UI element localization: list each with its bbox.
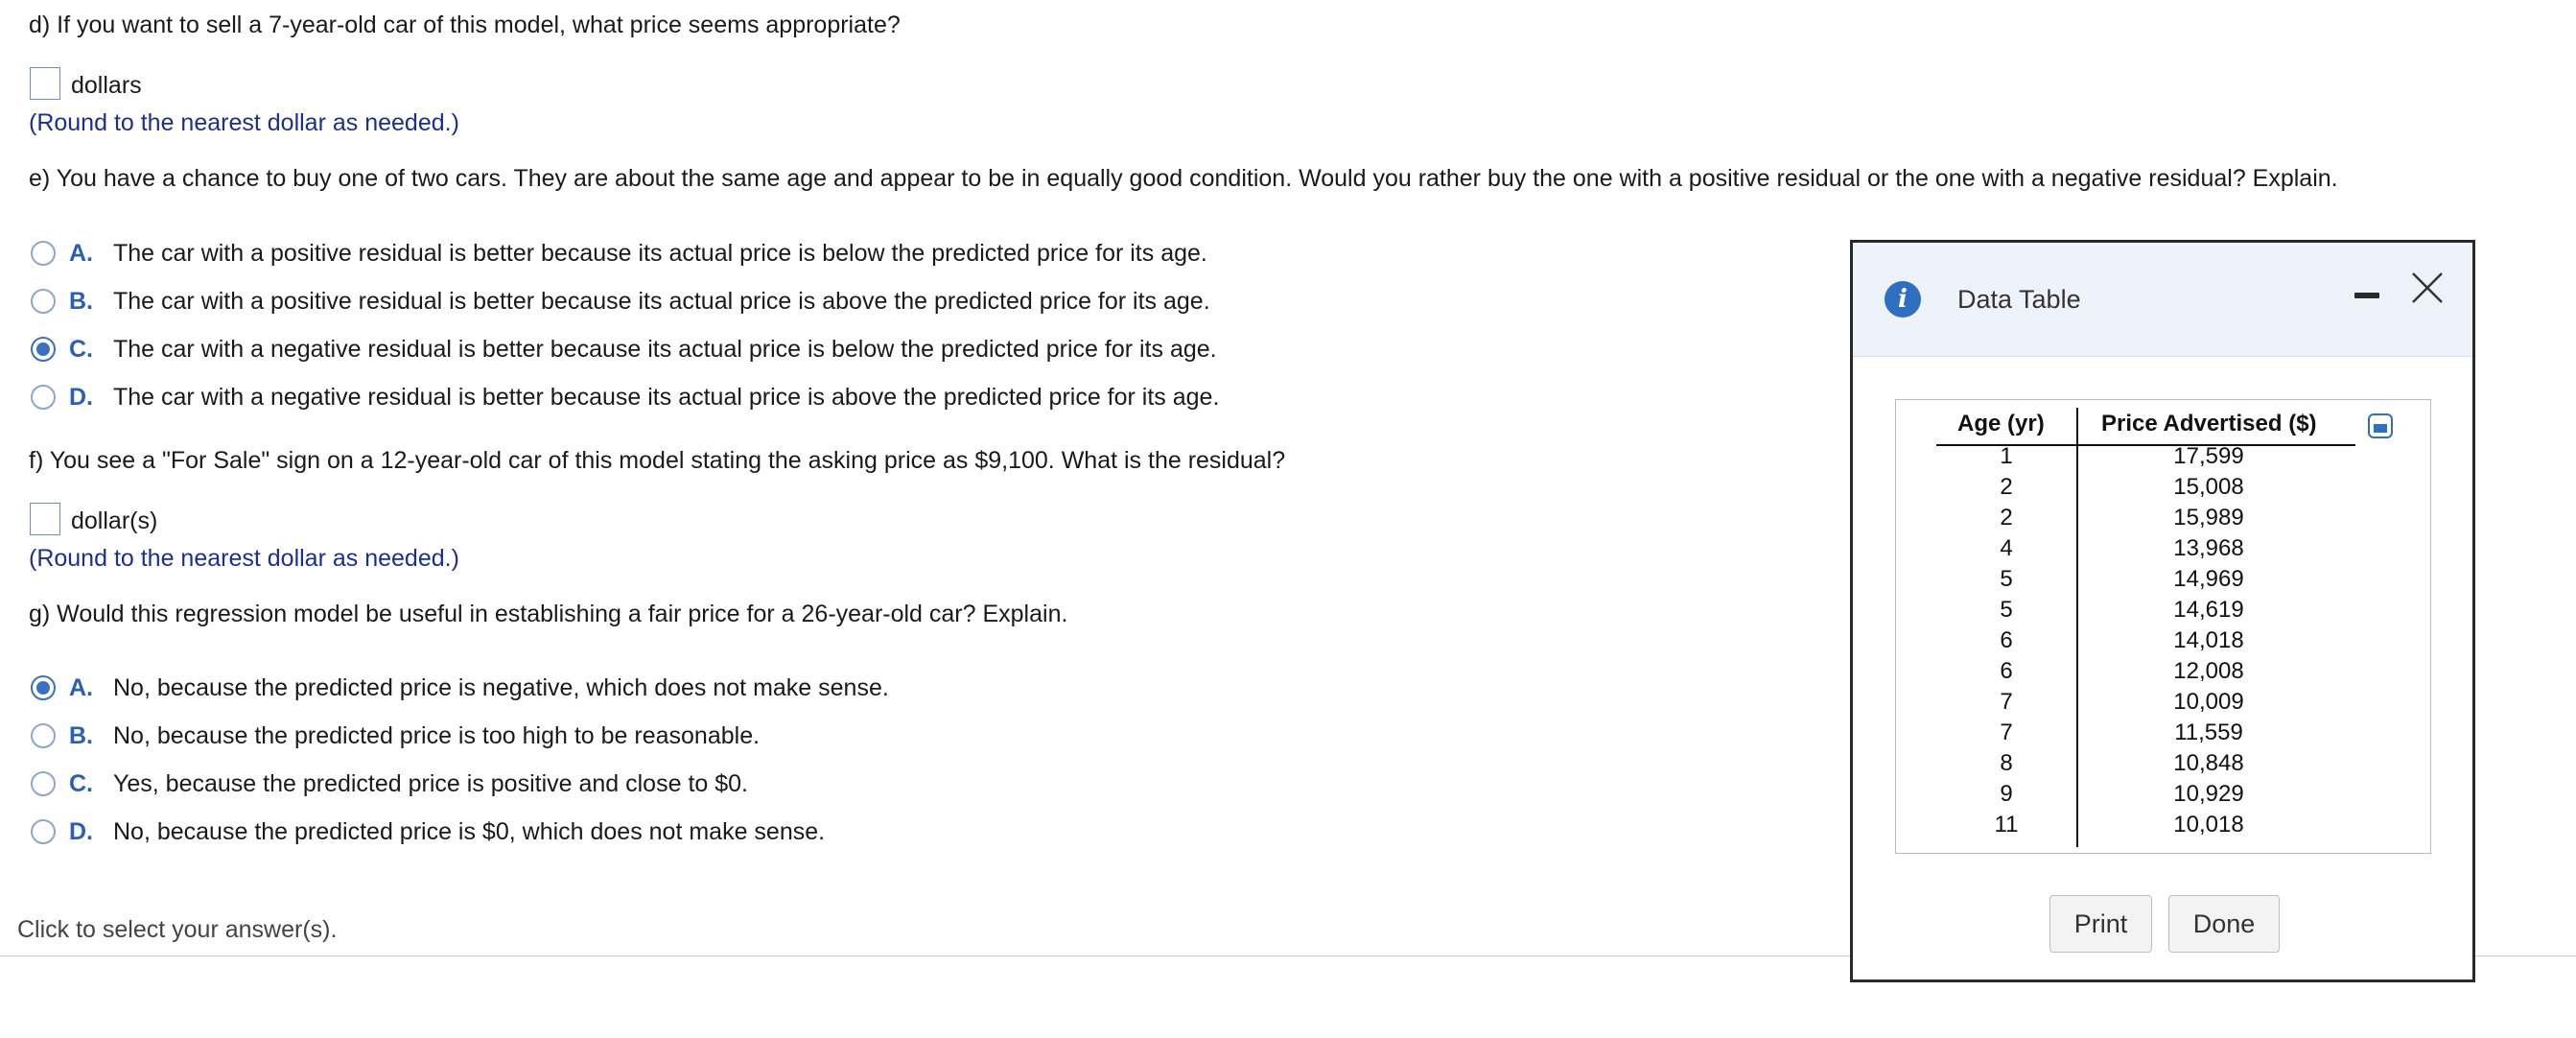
minimize-icon[interactable] <box>2354 293 2379 298</box>
radio-button[interactable] <box>31 723 56 748</box>
option-text: The car with a negative residual is bett… <box>113 383 1220 411</box>
radio-dot <box>36 342 50 356</box>
cell-age: 9 <box>2000 781 2013 807</box>
cell-age: 6 <box>2000 627 2013 653</box>
cell-price: 14,018 <box>2173 627 2244 653</box>
question-g-option[interactable]: B. No, because the predicted price is too… <box>31 720 760 752</box>
question-e-option[interactable]: A. The car with a positive residual is be… <box>31 237 1207 270</box>
cell-price: 10,009 <box>2173 689 2244 715</box>
radio-button[interactable] <box>31 819 56 844</box>
option-text: The car with a negative residual is bett… <box>113 335 1217 363</box>
question-d-prompt: d) If you want to sell a 7-year-old car … <box>29 12 901 38</box>
cell-price: 14,619 <box>2173 597 2244 623</box>
option-letter: D. <box>69 817 93 845</box>
option-letter: B. <box>69 721 93 749</box>
question-e-option[interactable]: B. The car with a positive residual is be… <box>31 285 1210 318</box>
option-letter: C. <box>69 335 93 363</box>
cell-price: 14,969 <box>2173 566 2244 592</box>
copy-table-icon[interactable] <box>2368 413 2393 438</box>
column-header-age: Age (yr) <box>1957 411 2045 436</box>
cell-age: 7 <box>2000 689 2013 715</box>
cell-age: 2 <box>2000 505 2013 531</box>
option-letter: A. <box>69 673 93 701</box>
question-g-option[interactable]: C. Yes, because the predicted price is po… <box>31 767 748 800</box>
cell-price: 10,929 <box>2173 781 2244 807</box>
dialog-title: Data Table <box>1957 285 2081 314</box>
question-d-answer-input[interactable] <box>30 67 60 100</box>
radio-button[interactable] <box>31 675 56 700</box>
option-text: No, because the predicted price is negat… <box>113 673 889 701</box>
cell-age: 8 <box>2000 750 2013 776</box>
question-g-prompt: g) Would this regression model be useful… <box>29 601 1068 627</box>
cell-price: 15,989 <box>2173 505 2244 531</box>
dialog-header: i Data Table <box>1853 243 2472 357</box>
radio-button[interactable] <box>31 289 56 314</box>
option-text: The car with a positive residual is bett… <box>113 287 1210 315</box>
cell-price: 17,599 <box>2173 443 2244 469</box>
radio-button[interactable] <box>31 337 56 362</box>
cell-price: 15,008 <box>2173 474 2244 500</box>
cell-age: 6 <box>2000 658 2013 684</box>
option-text: Yes, because the predicted price is posi… <box>113 769 748 797</box>
cell-price: 10,848 <box>2173 750 2244 776</box>
question-g-option[interactable]: D. No, because the predicted price is $0,… <box>31 815 825 848</box>
question-f-unit: dollar(s) <box>71 507 158 534</box>
cell-age: 1 <box>2000 443 2013 469</box>
option-letter: D. <box>69 383 93 411</box>
footer-instruction: Click to select your answer(s). <box>17 916 338 943</box>
column-divider <box>2076 408 2078 847</box>
cell-age: 4 <box>2000 535 2013 561</box>
option-text: The car with a positive residual is bett… <box>113 239 1207 267</box>
option-text: No, because the predicted price is $0, w… <box>113 817 826 845</box>
option-letter: A. <box>69 239 93 267</box>
cell-price: 12,008 <box>2173 658 2244 684</box>
done-button[interactable]: Done <box>2168 895 2280 953</box>
question-f-hint: (Round to the nearest dollar as needed.) <box>29 545 459 572</box>
close-icon[interactable] <box>2408 269 2447 307</box>
cell-price: 13,968 <box>2173 535 2244 561</box>
cell-price: 10,018 <box>2173 812 2244 837</box>
cell-price: 11,559 <box>2174 720 2243 745</box>
question-d-unit: dollars <box>71 72 142 99</box>
radio-dot <box>36 681 50 695</box>
question-f-prompt: f) You see a "For Sale" sign on a 12-yea… <box>29 447 1286 474</box>
question-e-prompt: e) You have a chance to buy one of two c… <box>29 165 2338 192</box>
radio-button[interactable] <box>31 385 56 410</box>
cell-age: 5 <box>2000 566 2013 592</box>
radio-button[interactable] <box>31 771 56 796</box>
option-text: No, because the predicted price is too h… <box>113 721 761 749</box>
question-g-option[interactable]: A. No, because the predicted price is neg… <box>31 672 889 704</box>
radio-button[interactable] <box>31 241 56 266</box>
question-f-answer-input[interactable] <box>30 503 60 535</box>
column-header-price: Price Advertised ($) <box>2101 411 2317 436</box>
cell-age: 7 <box>2000 720 2013 745</box>
data-table-dialog: i Data Table Age (yr) Price Advertised (… <box>1850 240 2475 982</box>
question-d-hint: (Round to the nearest dollar as needed.) <box>29 109 459 136</box>
question-e-option[interactable]: D. The car with a negative residual is be… <box>31 381 1219 413</box>
cell-age: 11 <box>1994 812 2019 837</box>
print-button[interactable]: Print <box>2049 895 2152 953</box>
cell-age: 2 <box>2000 474 2013 500</box>
info-icon: i <box>1885 281 1921 318</box>
cell-age: 5 <box>2000 597 2013 623</box>
option-letter: B. <box>69 287 93 315</box>
data-table: Age (yr) Price Advertised ($) 1 17,599 2 15… <box>1895 399 2431 854</box>
option-letter: C. <box>69 769 93 797</box>
question-e-option[interactable]: C. The car with a negative residual is be… <box>31 333 1217 366</box>
